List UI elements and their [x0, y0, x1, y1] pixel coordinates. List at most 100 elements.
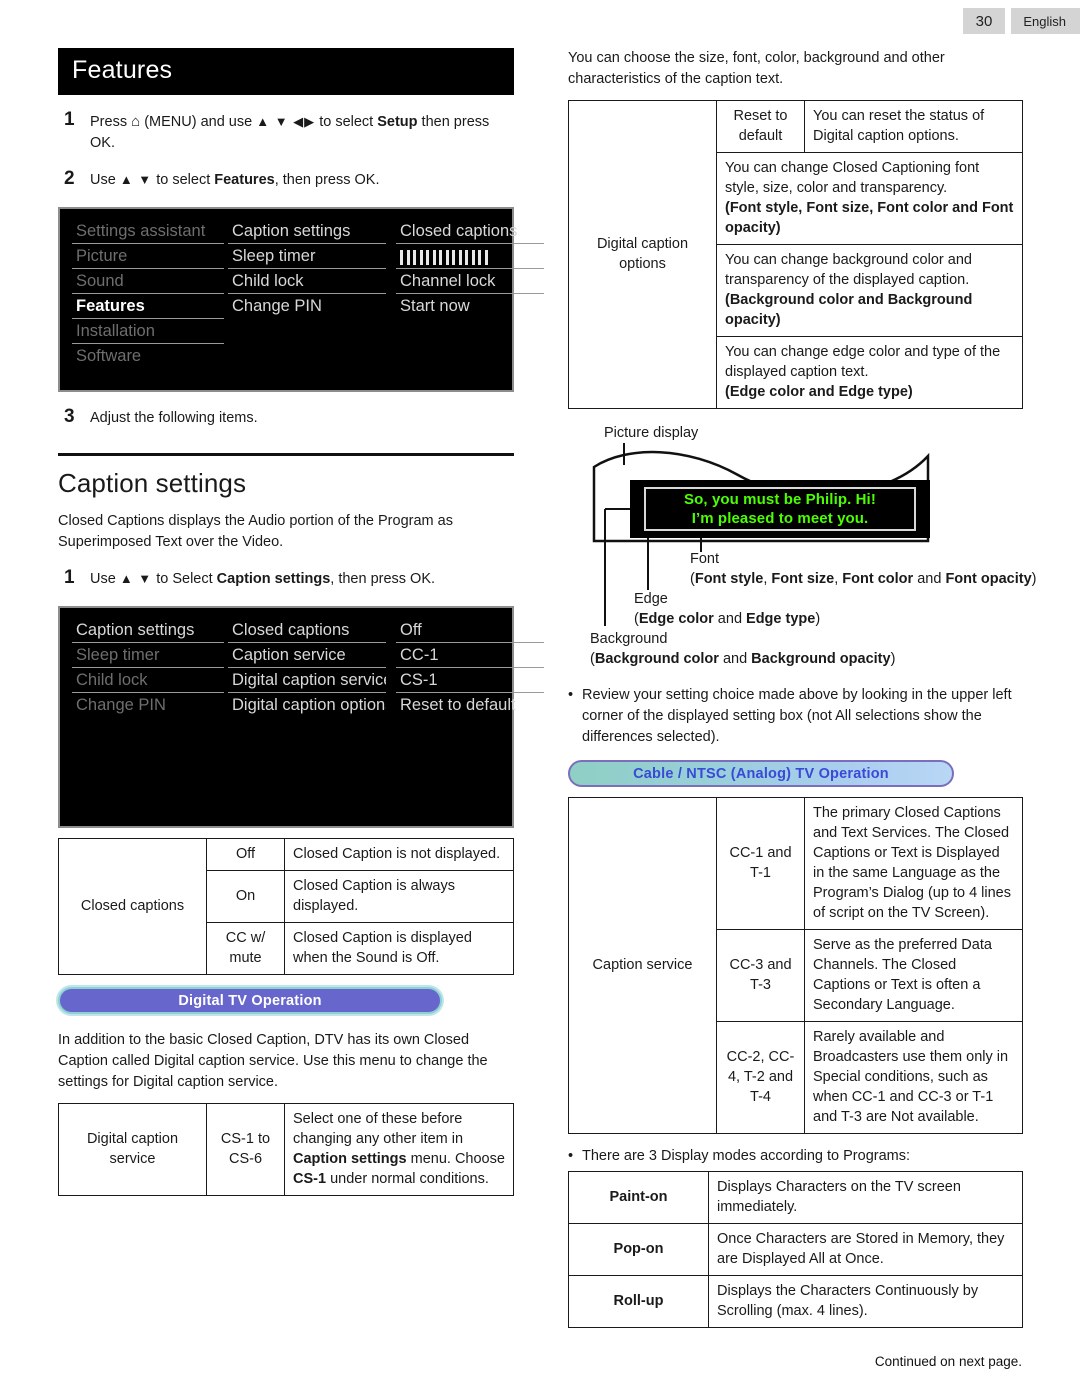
table-row: Pop-on Once Characters are Stored in Mem… — [568, 1223, 1023, 1277]
osd1-item-software[interactable]: Software — [72, 344, 224, 369]
step-1-part-c: to select — [319, 114, 374, 130]
slider-tick-icon — [400, 249, 403, 265]
osd2-item-change-pin[interactable]: Change PIN — [72, 693, 224, 718]
closed-captions-table: Closed captions Off Closed Caption is no… — [58, 838, 514, 976]
osd2-item-digital-caption-service[interactable]: Digital caption service — [228, 668, 386, 694]
step-3-text: Adjust the following items. — [90, 410, 258, 427]
osd1-item-start-now[interactable]: Start now — [396, 294, 544, 319]
osd2-value-caption-service[interactable]: CC-1 — [396, 643, 544, 669]
caption-example-box: So, you must be Philip. Hi! I’m pleased … — [630, 480, 930, 539]
osd1-slider-closed-captions[interactable] — [396, 244, 544, 270]
step-1-part-a: Press — [90, 114, 128, 130]
osd2-value-digital-caption-options[interactable]: Reset to default — [396, 693, 544, 718]
osd2-item-caption-service[interactable]: Caption service — [228, 643, 386, 669]
desc-font-text: You can change Closed Captioning font st… — [725, 160, 980, 197]
banner-wrap-digital-tv: Digital TV Operation — [58, 987, 514, 1015]
osd2-item-closed-captions[interactable]: Closed captions — [228, 618, 386, 644]
bullet-review: • Review your setting choice made above … — [568, 685, 1023, 748]
cell-option-on: On — [206, 870, 285, 924]
banner-wrap-cable-ntsc: Cable / NTSC (Analog) TV Operation — [568, 760, 1023, 788]
osd2-value-closed-captions[interactable]: Off — [396, 618, 544, 644]
cell-digital-caption-service-label: Digital caption service — [58, 1103, 207, 1197]
osd1-item-sound[interactable]: Sound — [72, 269, 224, 295]
cell-desc-cc-w-mute: Closed Caption is displayed when the Sou… — [284, 922, 514, 976]
osd1-row-2: Picture Sleep timer — [72, 244, 544, 270]
osd1-item-sleep-timer[interactable]: Sleep timer — [228, 244, 386, 270]
osd1-item-settings-assistant[interactable]: Settings assistant — [72, 219, 224, 245]
cell-desc-roll-up: Displays the Characters Continuously by … — [708, 1275, 1023, 1329]
cell-desc-paint-on: Displays Characters on the TV screen imm… — [708, 1171, 1023, 1225]
cell-desc-edge: You can change edge color and type of th… — [716, 336, 1023, 410]
display-modes-table: Paint-on Displays Characters on the TV s… — [568, 1171, 1023, 1329]
osd1-item-picture[interactable]: Picture — [72, 244, 224, 270]
bg-detail-and: and — [718, 651, 752, 668]
osd2-row-4: Change PIN Digital caption options Reset… — [72, 693, 516, 718]
desc-edge-text: You can change edge color and type of th… — [725, 344, 1001, 381]
step-2-bold-features: Features — [214, 172, 275, 189]
osd2-item-digital-caption-options[interactable]: Digital caption options — [228, 693, 386, 718]
table-row: Roll-up Displays the Characters Continuo… — [568, 1275, 1023, 1329]
osd2-row-2: Sleep timer Caption service CC-1 — [72, 643, 544, 669]
step-2-part-c: , then press OK. — [274, 172, 380, 189]
osd2-item-child-lock[interactable]: Child lock — [72, 668, 224, 694]
caption-line-1: So, you must be Philip. Hi! — [684, 491, 876, 509]
cell-desc-pop-on: Once Characters are Stored in Memory, th… — [708, 1223, 1023, 1277]
step-2-part-a: Use — [90, 172, 116, 189]
bullet-dot-icon: • — [568, 1148, 574, 1165]
table-row: Digital caption service CS-1 to CS-6 Sel… — [58, 1103, 514, 1197]
step-1-number: 1 — [64, 109, 75, 130]
osd1-item-channel-lock[interactable]: Channel lock — [396, 269, 544, 295]
osd2-value-digital-caption-service[interactable]: CS-1 — [396, 668, 544, 694]
right-intro-paragraph: You can choose the size, font, color, ba… — [568, 50, 945, 88]
osd2-item-sleep-timer[interactable]: Sleep timer — [72, 643, 224, 669]
osd2-row-1: Caption settings Closed captions Off — [72, 618, 544, 644]
page-number: 30 — [962, 8, 1006, 34]
osd1-item-change-pin[interactable]: Change PIN — [228, 294, 386, 319]
section-title-features: Features — [58, 48, 514, 95]
caption-example-inner: So, you must be Philip. Hi! I’m pleased … — [644, 487, 916, 532]
slider-tick-icon — [413, 249, 416, 265]
osd1-item-installation[interactable]: Installation — [72, 319, 224, 345]
banner-digital-tv-operation: Digital TV Operation — [58, 987, 442, 1015]
tv-osd-features-menu[interactable]: Settings assistant Caption settings Clos… — [58, 207, 544, 393]
step-cs-number: 1 — [64, 567, 75, 589]
page-header: 30 English — [962, 8, 1080, 34]
cell-digital-caption-options-label: Digital caption options — [568, 100, 717, 410]
osd1-row-5: Installation — [72, 319, 500, 345]
slider-tick-icon — [471, 249, 475, 265]
osd1-item-child-lock[interactable]: Child lock — [228, 269, 386, 295]
step-2-number: 2 — [64, 168, 75, 190]
slider-tick-icon — [465, 249, 468, 265]
cell-desc-font: You can change Closed Captioning font st… — [716, 152, 1023, 246]
up-down-arrows-icon: ▲ ▼ — [119, 571, 153, 587]
cell-digital-caption-service-option: CS-1 to CS-6 — [206, 1103, 285, 1197]
bullet-review-text: Review your setting choice made above by… — [582, 687, 1012, 746]
step-cs-part-b: to Select — [156, 571, 213, 588]
dpad-arrows-icon: ▲ ▼ ◀▶ — [256, 114, 316, 129]
desc-background-text: You can change background color and tran… — [725, 252, 972, 289]
font-detail-bold-4: Font opacity — [945, 571, 1032, 588]
tv-osd-caption-settings-menu[interactable]: Caption settings Closed captions Off Sle… — [58, 606, 544, 829]
osd1-item-features-selected[interactable]: Features — [72, 294, 224, 320]
step-2-text: Use ▲ ▼ to select Features, then press O… — [90, 168, 514, 191]
section-divider — [58, 453, 514, 457]
digital-caption-service-table: Digital caption service CS-1 to CS-6 Sel… — [58, 1103, 514, 1197]
cell-desc-cc1-t1: The primary Closed Captions and Text Ser… — [804, 797, 1023, 931]
footer-continued: Continued on next page. — [874, 1354, 1022, 1369]
bg-detail-close: ) — [890, 651, 896, 668]
osd2-item-caption-settings[interactable]: Caption settings — [72, 618, 224, 644]
edge-detail-bold-1: Edge color — [638, 611, 714, 628]
osd1-item-closed-captions[interactable]: Closed captions — [396, 219, 544, 245]
heading-caption-settings: Caption settings — [58, 468, 247, 499]
cell-desc-on: Closed Caption is always displayed. — [284, 870, 514, 924]
desc-font-bold: (Font style, Font size, Font color and F… — [725, 200, 1014, 237]
step-1-text: Press ⌂ (MENU) and use ▲ ▼ ◀▶ to select … — [90, 109, 514, 154]
step-2-part-b: to select — [156, 172, 211, 189]
desc-bold-caption-settings: Caption settings — [293, 1151, 407, 1168]
desc-part-1: Select one of these before changing any … — [293, 1111, 464, 1148]
cell-option-cc3-t3: CC-3 and T-3 — [716, 929, 805, 1023]
osd1-item-caption-settings[interactable]: Caption settings — [228, 219, 386, 245]
desc-part-3: under normal conditions. — [326, 1171, 489, 1188]
font-detail-close: ) — [1031, 571, 1037, 588]
step-3-number: 3 — [64, 406, 75, 428]
